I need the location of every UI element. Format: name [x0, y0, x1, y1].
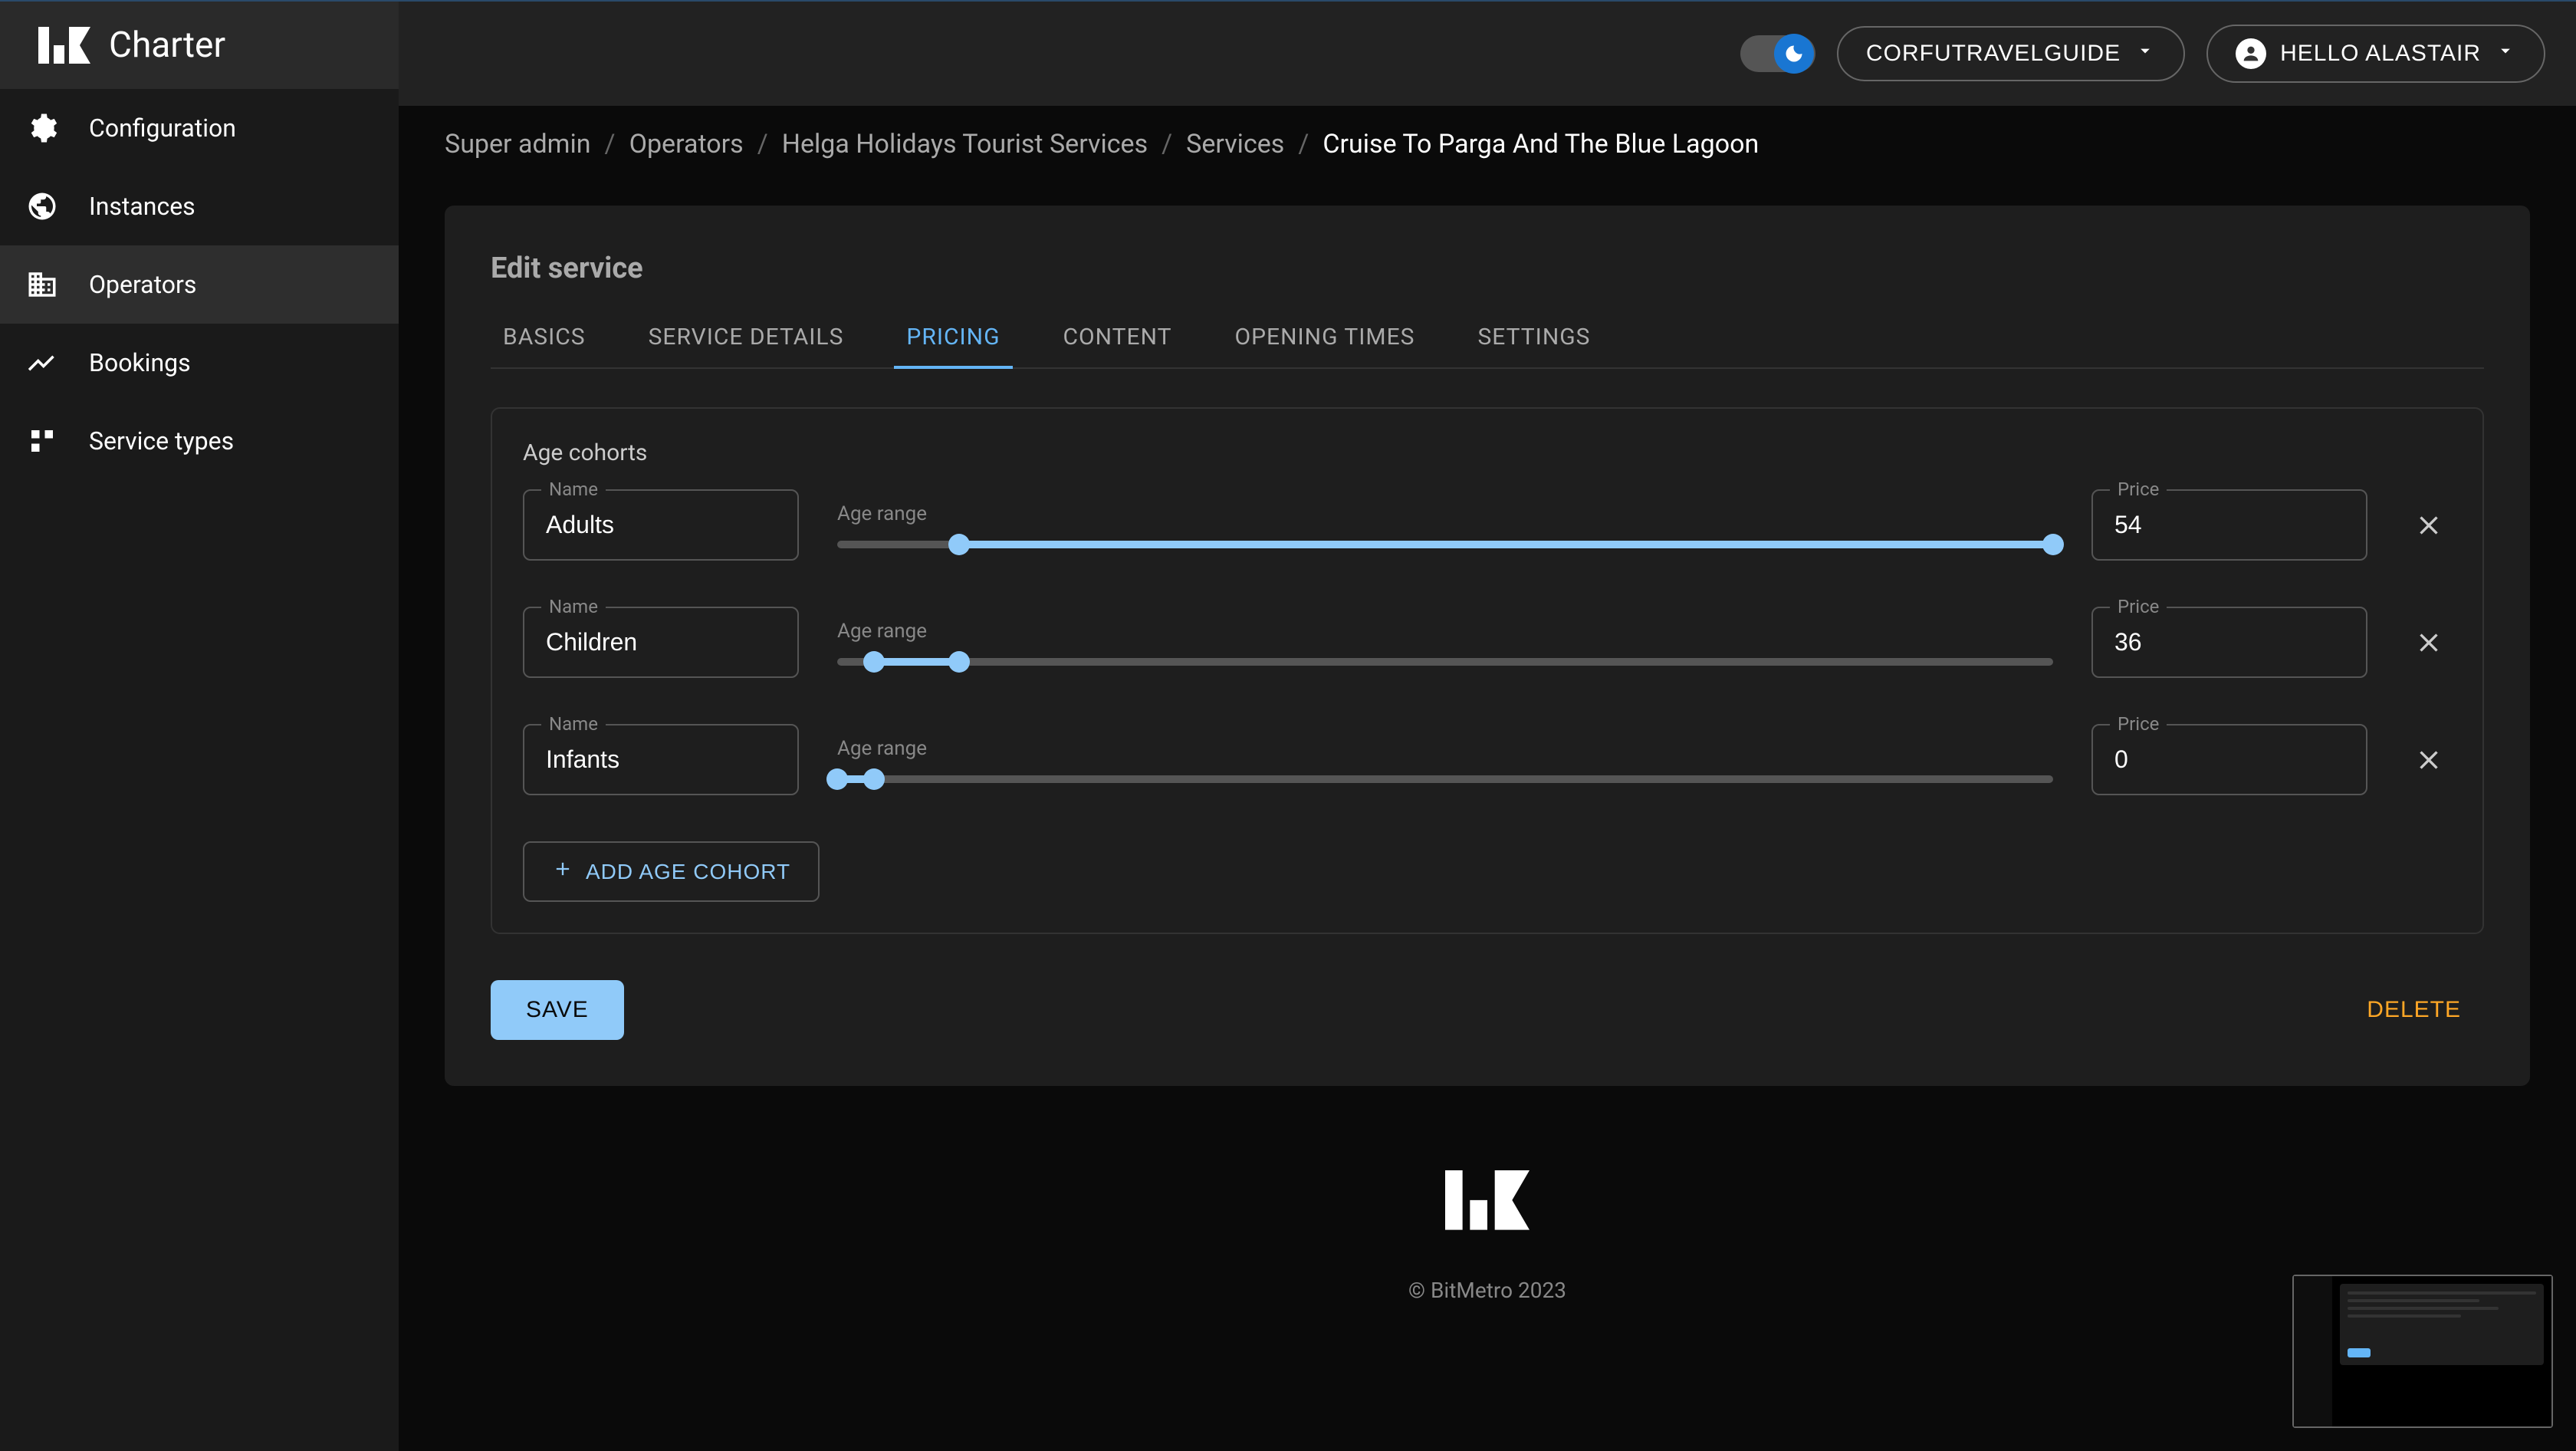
breadcrumb-link[interactable]: Operators — [629, 129, 744, 160]
tab-pricing[interactable]: PRICING — [894, 308, 1012, 369]
instance-selector[interactable]: CORFUTRAVELGUIDE — [1837, 26, 2185, 81]
tab-service-details[interactable]: SERVICE DETAILS — [636, 308, 856, 369]
name-label: Name — [541, 713, 606, 735]
age-range-slider: Age range — [837, 620, 2053, 666]
slider-track[interactable] — [837, 775, 2053, 783]
breadcrumb-current: Cruise To Parga And The Blue Lagoon — [1322, 129, 1759, 160]
slider-track[interactable] — [837, 541, 2053, 548]
slider-thumb-start[interactable] — [863, 651, 885, 673]
slider-thumb-end[interactable] — [2042, 534, 2064, 555]
range-label: Age range — [837, 502, 2053, 525]
remove-cohort-button[interactable] — [2406, 745, 2452, 775]
cohort-row: Name Age range Price — [523, 607, 2452, 678]
section-label: Age cohorts — [523, 439, 2452, 466]
dark-mode-toggle[interactable] — [1740, 35, 1815, 72]
save-button[interactable]: SAVE — [491, 980, 624, 1040]
tab-basics[interactable]: BASICS — [491, 308, 598, 369]
price-label: Price — [2110, 596, 2167, 617]
sidebar-item-label: Bookings — [89, 348, 191, 377]
instance-label: CORFUTRAVELGUIDE — [1866, 41, 2121, 67]
remove-cohort-button[interactable] — [2406, 627, 2452, 658]
cohort-name-field: Name — [523, 489, 799, 561]
business-icon — [26, 268, 58, 301]
sidebar-item-service-types[interactable]: Service types — [0, 402, 399, 480]
remove-cohort-button[interactable] — [2406, 510, 2452, 541]
toggle-knob — [1774, 34, 1814, 74]
sidebar-item-configuration[interactable]: Configuration — [0, 89, 399, 167]
breadcrumb-separator: / — [1298, 129, 1309, 160]
breadcrumb-link[interactable]: Super admin — [445, 129, 591, 160]
sidebar-item-bookings[interactable]: Bookings — [0, 324, 399, 402]
slider-thumb-end[interactable] — [863, 768, 885, 790]
user-menu[interactable]: HELLO ALASTAIR — [2206, 25, 2545, 83]
brand[interactable]: Charter — [0, 2, 399, 89]
cohort-row: Name Age range Price — [523, 724, 2452, 795]
preview-thumbnail[interactable] — [2292, 1275, 2553, 1428]
delete-button[interactable]: DELETE — [2344, 980, 2484, 1040]
age-range-slider: Age range — [837, 737, 2053, 783]
footer: © BitMetro 2023 — [399, 1109, 2576, 1349]
sidebar-item-label: Service types — [89, 426, 234, 456]
add-cohort-label: ADD AGE COHORT — [586, 860, 790, 884]
chevron-down-icon — [2495, 40, 2516, 67]
breadcrumb-link[interactable]: Helga Holidays Tourist Services — [782, 129, 1148, 160]
brand-logo-icon — [38, 27, 90, 64]
age-cohorts-section: Age cohorts Name Age range — [491, 407, 2484, 934]
main-content: CORFUTRAVELGUIDE HELLO ALASTAIR Super ad… — [399, 2, 2576, 1451]
cohort-name-field: Name — [523, 724, 799, 795]
tab-settings[interactable]: SETTINGS — [1465, 308, 1602, 369]
slider-track[interactable] — [837, 658, 2053, 666]
avatar-icon — [2236, 38, 2266, 69]
price-label: Price — [2110, 713, 2167, 735]
sidebar: Charter Configuration Instances Operator… — [0, 2, 399, 1451]
cohort-price-field: Price — [2091, 724, 2367, 795]
footer-logo-icon — [1445, 1170, 1530, 1247]
breadcrumb: Super admin / Operators / Helga Holidays… — [399, 106, 2576, 183]
user-label: HELLO ALASTAIR — [2280, 41, 2481, 67]
plus-icon — [552, 858, 573, 885]
topbar: CORFUTRAVELGUIDE HELLO ALASTAIR — [399, 2, 2576, 106]
range-label: Age range — [837, 620, 2053, 643]
cohort-price-field: Price — [2091, 489, 2367, 561]
breadcrumb-separator: / — [757, 129, 768, 160]
gear-icon — [26, 112, 58, 144]
sidebar-item-instances[interactable]: Instances — [0, 167, 399, 245]
slider-thumb-end[interactable] — [948, 651, 970, 673]
name-label: Name — [541, 479, 606, 500]
cohort-name-field: Name — [523, 607, 799, 678]
name-label: Name — [541, 596, 606, 617]
breadcrumb-separator: / — [1162, 129, 1172, 160]
add-age-cohort-button[interactable]: ADD AGE COHORT — [523, 841, 820, 902]
sidebar-item-label: Configuration — [89, 114, 236, 143]
sidebar-item-operators[interactable]: Operators — [0, 245, 399, 324]
footer-copyright: © BitMetro 2023 — [399, 1278, 2576, 1303]
cohort-row: Name Age range Price — [523, 489, 2452, 561]
tabs: BASICS SERVICE DETAILS PRICING CONTENT O… — [491, 308, 2484, 369]
sidebar-item-label: Operators — [89, 270, 196, 299]
category-icon — [26, 425, 58, 457]
breadcrumb-separator: / — [605, 129, 616, 160]
range-label: Age range — [837, 737, 2053, 760]
slider-thumb-start[interactable] — [826, 768, 848, 790]
age-range-slider: Age range — [837, 502, 2053, 548]
tab-content[interactable]: CONTENT — [1051, 308, 1184, 369]
nav-menu: Configuration Instances Operators Bookin… — [0, 89, 399, 1451]
brand-title: Charter — [109, 25, 225, 66]
sidebar-item-label: Instances — [89, 192, 196, 221]
edit-service-card: Edit service BASICS SERVICE DETAILS PRIC… — [445, 206, 2530, 1086]
form-actions: SAVE DELETE — [491, 980, 2484, 1040]
chevron-down-icon — [2134, 40, 2156, 67]
cohort-price-field: Price — [2091, 607, 2367, 678]
breadcrumb-link[interactable]: Services — [1186, 129, 1284, 160]
tab-opening-times[interactable]: OPENING TIMES — [1222, 308, 1427, 369]
price-label: Price — [2110, 479, 2167, 500]
globe-icon — [26, 190, 58, 222]
page-title: Edit service — [491, 252, 2484, 285]
analytics-icon — [26, 347, 58, 379]
slider-thumb-start[interactable] — [948, 534, 970, 555]
